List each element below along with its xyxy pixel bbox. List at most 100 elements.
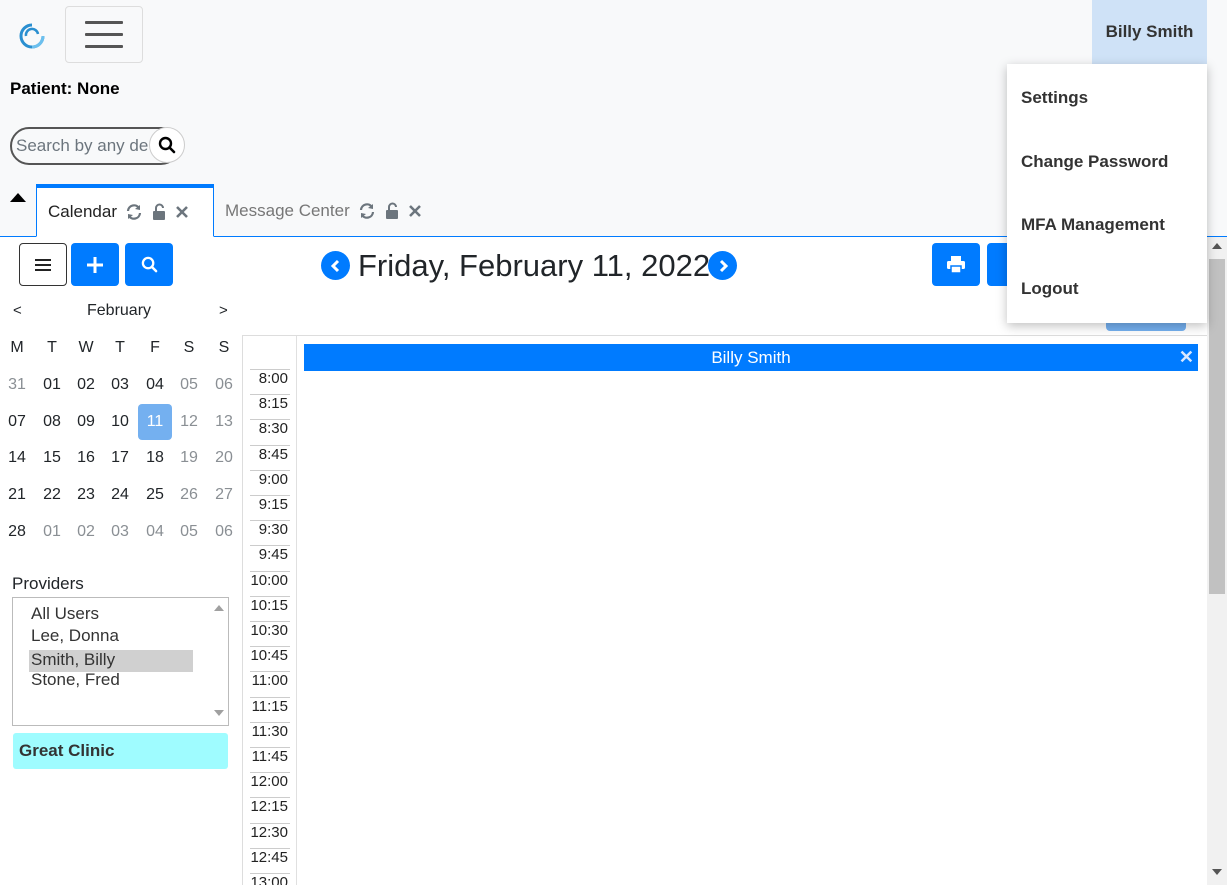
time-slot-label: 10:45 bbox=[250, 646, 290, 671]
main-menu-toggle-button[interactable] bbox=[65, 6, 143, 63]
print-button[interactable] bbox=[932, 243, 980, 286]
next-day-button[interactable] bbox=[708, 251, 737, 280]
unlock-icon[interactable] bbox=[151, 203, 167, 221]
calendar-day[interactable]: 04 bbox=[138, 514, 172, 550]
calendar-day[interactable]: 07 bbox=[0, 404, 34, 440]
scroll-down-arrow-icon[interactable] bbox=[1212, 869, 1222, 875]
weekday-header: T bbox=[47, 339, 57, 356]
calendar-day[interactable]: 08 bbox=[35, 404, 69, 440]
calendar-day[interactable]: 28 bbox=[0, 514, 34, 550]
calendar-day[interactable]: 22 bbox=[35, 477, 69, 513]
scroll-down-arrow-icon[interactable] bbox=[214, 710, 224, 716]
scrollbar-thumb[interactable] bbox=[1209, 259, 1225, 594]
search-button[interactable] bbox=[149, 127, 185, 163]
mini-calendar-next-button[interactable]: > bbox=[219, 302, 228, 319]
calendar-day[interactable]: 23 bbox=[69, 477, 103, 513]
provider-column-header: Billy Smith ✕ bbox=[304, 344, 1198, 371]
provider-option-selected[interactable]: Smith, Billy bbox=[29, 650, 193, 672]
calendar-day[interactable]: 06 bbox=[207, 514, 241, 550]
tab-label: Message Center bbox=[225, 200, 350, 220]
time-column-divider bbox=[296, 336, 297, 885]
scroll-up-arrow-icon[interactable] bbox=[214, 605, 224, 611]
menu-item-settings[interactable]: Settings bbox=[1021, 88, 1088, 108]
close-icon[interactable]: ✕ bbox=[1179, 344, 1194, 371]
current-date-title: Friday, February 11, 2022 bbox=[358, 248, 711, 283]
calendar-day[interactable]: 10 bbox=[103, 404, 137, 440]
scroll-up-arrow-icon[interactable] bbox=[1212, 243, 1222, 249]
menu-icon bbox=[35, 258, 51, 271]
refresh-icon[interactable] bbox=[125, 203, 143, 221]
close-icon[interactable] bbox=[175, 205, 189, 219]
time-slot-label: 12:30 bbox=[250, 822, 290, 848]
refresh-icon[interactable] bbox=[358, 202, 376, 220]
calendar-day[interactable]: 13 bbox=[207, 404, 241, 440]
calendar-day[interactable]: 03 bbox=[103, 514, 137, 550]
calendar-day[interactable]: 14 bbox=[0, 440, 34, 476]
search-icon bbox=[141, 256, 157, 273]
page-scrollbar[interactable] bbox=[1207, 237, 1227, 885]
provider-option[interactable]: All Users bbox=[29, 604, 193, 626]
calendar-day[interactable]: 25 bbox=[138, 477, 172, 513]
providers-select[interactable]: All Users Lee, Donna Smith, Billy Stone,… bbox=[12, 597, 229, 726]
calendar-menu-button[interactable] bbox=[19, 243, 67, 286]
tab-label: Calendar bbox=[48, 202, 117, 221]
tab-calendar[interactable]: Calendar bbox=[36, 184, 214, 237]
calendar-day[interactable]: 16 bbox=[69, 440, 103, 476]
calendar-day[interactable]: 18 bbox=[138, 440, 172, 476]
time-slot-label: 11:15 bbox=[250, 696, 290, 722]
collapse-header-icon[interactable] bbox=[10, 193, 26, 202]
search-appointments-button[interactable] bbox=[125, 243, 173, 286]
time-slot-label: 9:15 bbox=[250, 495, 290, 520]
menu-item-mfa-management[interactable]: MFA Management bbox=[1021, 215, 1165, 235]
calendar-day[interactable]: 20 bbox=[207, 440, 241, 476]
time-slot-label: 10:15 bbox=[250, 595, 290, 621]
calendar-day[interactable]: 01 bbox=[35, 367, 69, 403]
calendar-day[interactable]: 24 bbox=[103, 477, 137, 513]
calendar-day[interactable]: 12 bbox=[172, 404, 206, 440]
calendar-day[interactable]: 27 bbox=[207, 477, 241, 513]
provider-option[interactable]: Stone, Fred bbox=[29, 670, 193, 692]
calendar-day[interactable]: 02 bbox=[69, 367, 103, 403]
providers-label: Providers bbox=[12, 574, 84, 593]
calendar-day[interactable]: 11 bbox=[138, 403, 172, 440]
calendar-day[interactable]: 04 bbox=[138, 367, 172, 403]
previous-day-button[interactable] bbox=[321, 251, 350, 280]
patient-search bbox=[10, 127, 185, 165]
calendar-day[interactable]: 17 bbox=[103, 440, 137, 476]
time-slot-label: 13:00 bbox=[250, 873, 290, 885]
calendar-day[interactable]: 05 bbox=[172, 367, 206, 403]
calendar-day[interactable]: 15 bbox=[35, 440, 69, 476]
chevron-right-icon bbox=[719, 259, 728, 272]
search-icon bbox=[158, 136, 176, 154]
provider-option[interactable]: Lee, Donna bbox=[29, 626, 193, 648]
provider-column-name: Billy Smith bbox=[711, 348, 791, 367]
app-logo[interactable] bbox=[18, 22, 46, 50]
time-slot-label: 9:45 bbox=[250, 545, 290, 570]
calendar-day[interactable]: 26 bbox=[172, 477, 206, 513]
mini-calendar-prev-button[interactable]: < bbox=[13, 302, 22, 319]
calendar-day[interactable]: 19 bbox=[172, 440, 206, 476]
menu-item-change-password[interactable]: Change Password bbox=[1021, 152, 1168, 172]
menu-item-logout[interactable]: Logout bbox=[1021, 279, 1079, 299]
weekday-header: W bbox=[78, 339, 94, 356]
calendar-day[interactable]: 03 bbox=[103, 367, 137, 403]
facility-label: Great Clinic bbox=[13, 733, 228, 769]
unlock-icon[interactable] bbox=[384, 202, 400, 220]
calendar-day[interactable]: 06 bbox=[207, 367, 241, 403]
calendar-day[interactable]: 01 bbox=[35, 514, 69, 550]
tab-message-center[interactable]: Message Center bbox=[214, 184, 444, 237]
weekday-header: S bbox=[183, 339, 195, 356]
time-slot-label: 8:45 bbox=[250, 444, 290, 470]
user-menu-button[interactable]: Billy Smith bbox=[1092, 0, 1207, 64]
add-appointment-button[interactable] bbox=[71, 243, 119, 286]
time-slot-label: 9:00 bbox=[250, 469, 290, 495]
day-schedule: 8:00 8:15 8:30 8:45 9:00 9:15 9:30 9:45 10:00 10:… bbox=[242, 335, 1207, 885]
calendar-day[interactable]: 09 bbox=[69, 404, 103, 440]
calendar-panel: Friday, February 11, 2022 < February > M… bbox=[0, 237, 1227, 885]
calendar-day[interactable]: 05 bbox=[172, 514, 206, 550]
calendar-day[interactable]: 31 bbox=[0, 367, 34, 403]
close-icon[interactable] bbox=[408, 204, 422, 218]
calendar-day[interactable]: 21 bbox=[0, 477, 34, 513]
hamburger-icon-bar bbox=[85, 45, 123, 48]
calendar-day[interactable]: 02 bbox=[69, 514, 103, 550]
